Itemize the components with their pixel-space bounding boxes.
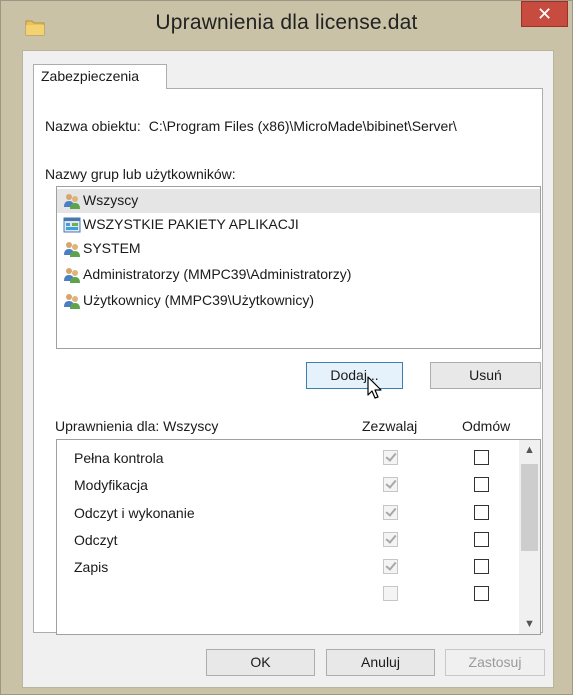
object-name-value: C:\Program Files (x86)\MicroMade\bibinet…	[148, 118, 457, 134]
users-group-icon	[64, 242, 80, 257]
scrollbar-thumb[interactable]	[521, 464, 538, 551]
permission-name: Odczyt	[74, 532, 118, 548]
list-item-users[interactable]: Użytkownicy (MMPC39\Użytkownicy)	[57, 289, 540, 313]
mouse-pointer-icon	[367, 376, 382, 399]
deny-checkbox[interactable]	[474, 477, 489, 492]
list-item-administrators[interactable]: Administratorzy (MMPC39\Administratorzy)	[57, 263, 540, 287]
ok-button[interactable]: OK	[206, 649, 315, 676]
permission-name: Modyfikacja	[74, 477, 148, 493]
list-item-label: Wszyscy	[83, 192, 139, 208]
permission-row-full-control: Pełna kontrola	[57, 446, 519, 473]
permission-row-modify: Modyfikacja	[57, 473, 519, 500]
deny-checkbox[interactable]	[474, 450, 489, 465]
checkmark-icon	[385, 477, 397, 489]
list-item-label: Użytkownicy (MMPC39\Użytkownicy)	[83, 292, 315, 308]
checkmark-icon	[385, 559, 397, 571]
list-item-system[interactable]: SYSTEM	[57, 237, 540, 261]
allow-checkbox[interactable]	[383, 450, 398, 465]
deny-checkbox[interactable]	[474, 586, 489, 601]
apply-button[interactable]: Zastosuj	[445, 649, 545, 676]
dialog-body: Zabezpieczenia Nazwa obiektu: C:\Program …	[22, 50, 554, 688]
deny-checkbox[interactable]	[474, 505, 489, 520]
permission-row-partial	[57, 582, 519, 609]
groups-label: Nazwy grup lub użytkowników:	[45, 166, 236, 182]
scroll-up-arrow-icon[interactable]: ▲	[519, 440, 540, 460]
scroll-down-arrow-icon[interactable]: ▼	[519, 614, 540, 634]
tab-label: Zabezpieczenia	[41, 68, 140, 84]
app-packages-icon	[63, 217, 81, 233]
users-group-icon	[64, 268, 80, 283]
tab-security[interactable]: Zabezpieczenia	[33, 64, 167, 89]
deny-checkbox[interactable]	[474, 532, 489, 547]
permission-row-read: Odczyt	[57, 528, 519, 555]
list-item-label: WSZYSTKIE PAKIETY APLIKACJI	[83, 216, 299, 232]
users-group-icon	[64, 294, 80, 309]
permission-name: Zapis	[74, 559, 109, 575]
permission-name: Odczyt i wykonanie	[74, 505, 195, 521]
allow-checkbox[interactable]	[383, 505, 398, 520]
list-item-all-app-packages[interactable]: WSZYSTKIE PAKIETY APLIKACJI	[57, 213, 540, 237]
object-name: Nazwa obiektu: C:\Program Files (x86)\Mic…	[45, 118, 545, 134]
deny-column-header: Odmów	[462, 418, 511, 434]
permission-name: Pełna kontrola	[74, 450, 164, 466]
remove-button[interactable]: Usuń	[430, 362, 541, 389]
permissions-scrollbar[interactable]: ▲ ▼	[519, 440, 540, 634]
close-button[interactable]: ✕	[521, 1, 568, 27]
allow-checkbox[interactable]	[383, 477, 398, 492]
users-group-icon	[64, 194, 80, 209]
checkmark-icon	[385, 450, 397, 462]
deny-checkbox[interactable]	[474, 559, 489, 574]
window-title: Uprawnienia dla license.dat	[155, 11, 418, 34]
permission-row-write: Zapis	[57, 555, 519, 582]
allow-checkbox[interactable]	[383, 559, 398, 574]
title-bar[interactable]: Uprawnienia dla license.dat ✕	[1, 1, 572, 51]
checkmark-icon	[385, 505, 397, 517]
checkmark-icon	[385, 532, 397, 544]
allow-checkbox[interactable]	[383, 586, 398, 601]
permissions-grid: Pełna kontrola Modyfikacja Odczyt i wyko…	[56, 439, 541, 635]
permissions-label: Uprawnienia dla: Wszyscy	[55, 418, 219, 434]
dialog-window: Uprawnienia dla license.dat ✕ Zabezpiecz…	[0, 0, 573, 695]
list-item-wszyscy[interactable]: Wszyscy	[57, 189, 540, 213]
allow-checkbox[interactable]	[383, 532, 398, 547]
add-button[interactable]: Dodaj...	[306, 362, 403, 389]
groups-listbox[interactable]: Wszyscy WSZYSTKIE PAKIETY APLIKACJI SYST…	[56, 186, 541, 349]
object-name-label: Nazwa obiektu:	[45, 118, 141, 134]
cancel-button[interactable]: Anuluj	[326, 649, 435, 676]
permission-row-read-execute: Odczyt i wykonanie	[57, 501, 519, 528]
list-item-label: SYSTEM	[83, 240, 141, 256]
allow-column-header: Zezwalaj	[362, 418, 418, 434]
list-item-label: Administratorzy (MMPC39\Administratorzy)	[83, 266, 352, 282]
